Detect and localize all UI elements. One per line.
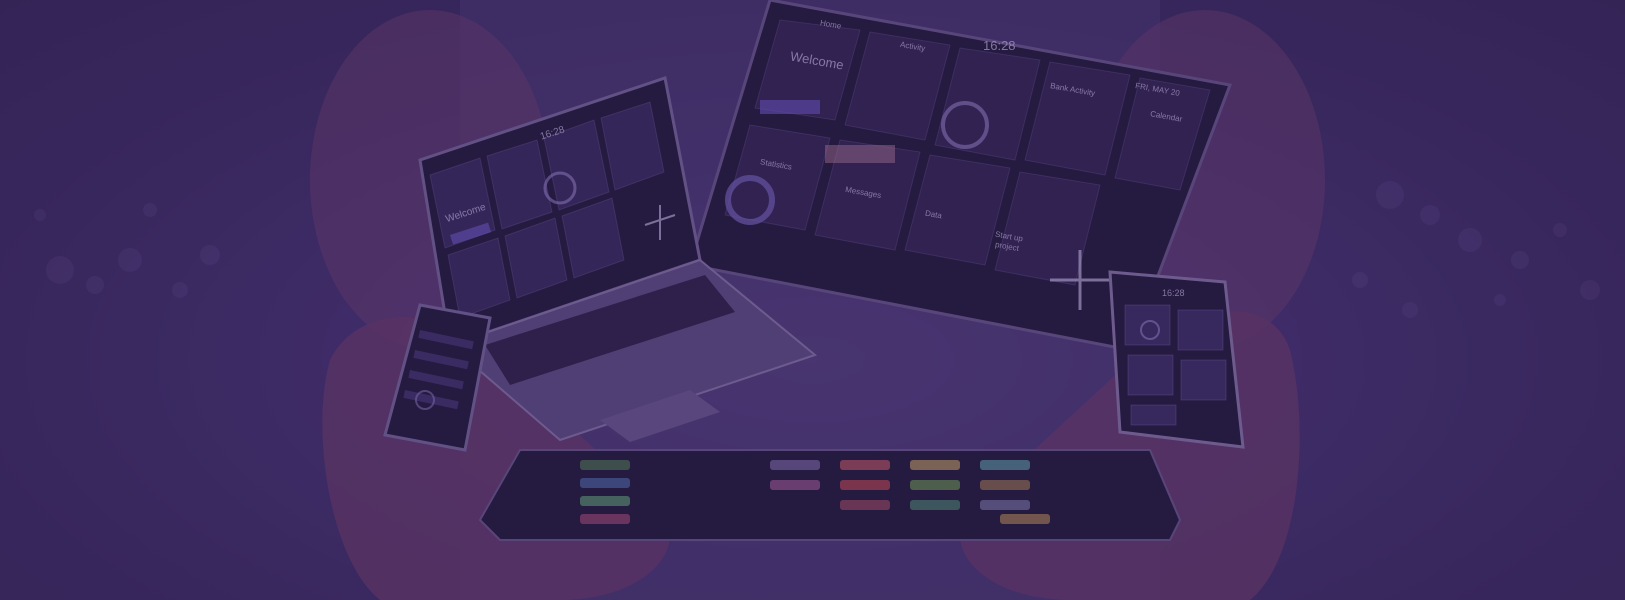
hero-banner: 16:28 Welcome Home Activity FRI, MAY 20 … — [0, 0, 1625, 600]
small-tablet-time: 16:28 — [1162, 288, 1185, 298]
small-tablet — [1108, 270, 1245, 449]
